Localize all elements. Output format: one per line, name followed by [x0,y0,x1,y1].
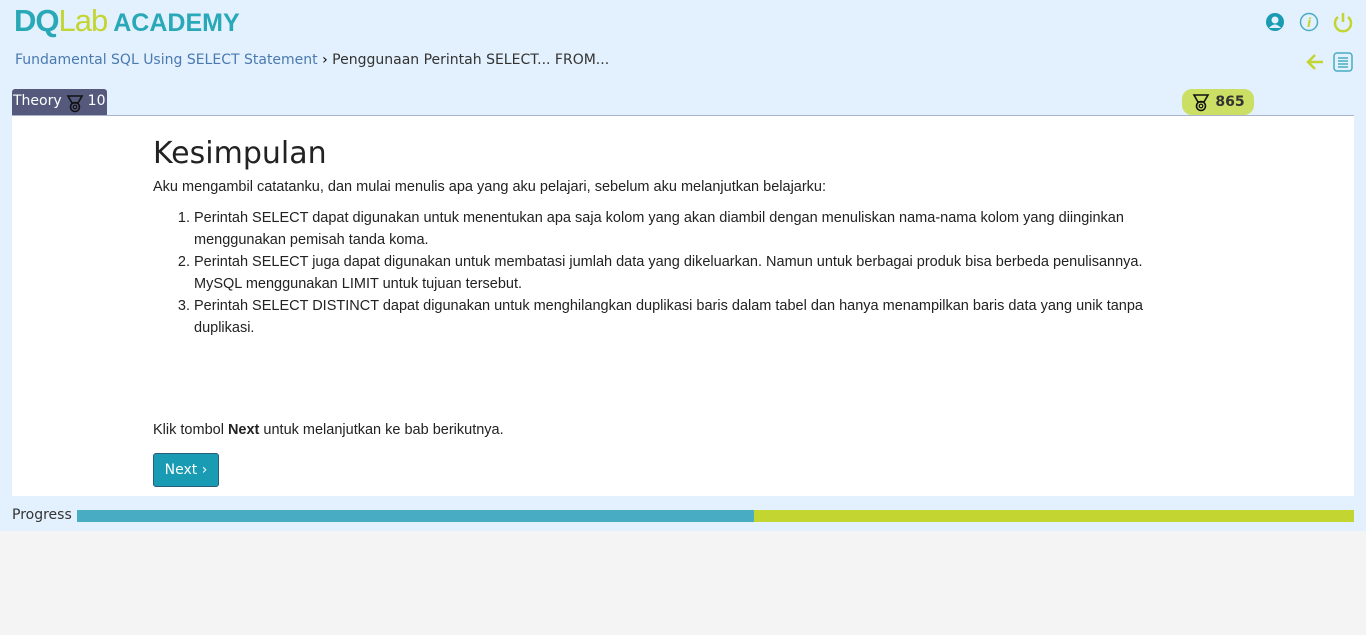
medal-icon [66,95,84,113]
medal-icon [1192,94,1210,112]
tab-theory[interactable]: Theory 10 [12,89,108,115]
back-arrow-icon[interactable] [1304,51,1326,73]
instruction-text: Klik tombol Next untuk melanjutkan ke ba… [153,422,504,438]
info-icon[interactable]: i [1298,11,1320,33]
score-badge: 865 [1182,89,1254,115]
breadcrumb: Fundamental SQL Using SELECT Statement ›… [15,52,609,68]
breadcrumb-separator: › [322,52,328,68]
svg-text:i: i [1307,16,1312,30]
instruction-pre: Klik tombol [153,422,228,438]
breadcrumb-current: Penggunaan Perintah SELECT... FROM... [332,52,610,68]
logo-lab: Lab [58,3,109,38]
summary-list: Perintah SELECT dapat digunakan untuk me… [194,207,1143,339]
tab-points: 10 [87,93,106,109]
next-button[interactable]: Next › [153,453,219,487]
content-panel: Kesimpulan Aku mengambil catatanku, dan … [12,115,1354,496]
header-area: DQLab ACADEMY Fundamental SQL Using SELEC… [0,0,1366,531]
progress-fill [77,510,754,522]
logo-academy: ACADEMY [113,9,240,37]
list-item: Perintah SELECT juga dapat digunakan unt… [194,251,1143,295]
dqlab-logo[interactable]: DQLab ACADEMY [14,3,240,39]
power-icon[interactable] [1332,11,1354,33]
user-icon[interactable] [1264,11,1286,33]
progress-bar [77,510,1354,522]
list-item: Perintah SELECT dapat digunakan untuk me… [194,207,1143,251]
logo-dq: DQ [14,3,59,38]
score-value: 865 [1215,94,1245,110]
instruction-post: untuk melanjutkan ke bab berikutnya. [259,422,504,438]
breadcrumb-course-link[interactable]: Fundamental SQL Using SELECT Statement [15,52,318,68]
menu-list-icon[interactable] [1332,51,1354,73]
instruction-bold: Next [227,422,260,438]
list-item: Perintah SELECT DISTINCT dapat digunakan… [194,295,1143,339]
intro-text: Aku mengambil catatanku, dan mulai menul… [153,179,827,195]
tab-label: Theory [13,93,62,109]
page-title: Kesimpulan [153,136,327,171]
progress-label: Progress [12,507,72,523]
